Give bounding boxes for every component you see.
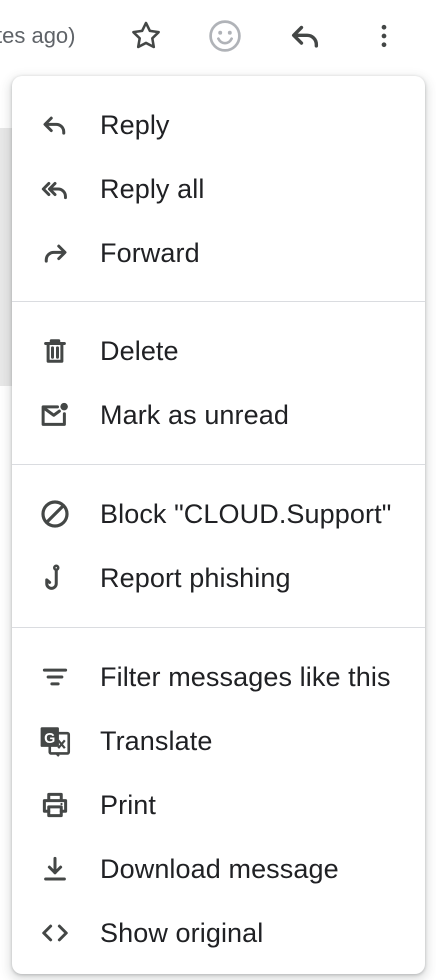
phishing-hook-icon [38,564,72,592]
reply-icon [288,19,322,53]
more-vert-icon [369,21,399,51]
menu-group-tools: Filter messages like this G Translate Pr… [12,628,425,965]
add-reaction-button[interactable] [203,14,247,58]
menu-group-respond: Reply Reply all Forward [12,76,425,301]
background-content [0,128,12,386]
reply-all-icon [38,175,72,203]
menu-item-label: Delete [100,336,179,366]
forward-icon [38,239,72,267]
menu-item-label: Reply [100,110,170,140]
menu-item-label: Reply all [100,174,205,204]
menu-item-block-sender[interactable]: Block "CLOUD.Support" [12,482,425,546]
menu-item-label: Print [100,790,157,820]
block-icon [38,500,72,528]
received-time-text: tes ago) [0,23,76,48]
menu-item-print[interactable]: Print [12,773,425,837]
reply-icon [38,111,72,139]
menu-item-download-message[interactable]: Download message [12,837,425,901]
menu-item-label: Forward [100,238,200,268]
menu-group-safety: Block "CLOUD.Support" Report phishing [12,465,425,627]
more-options-button[interactable] [362,14,406,58]
email-view: tes ago) Reply Reply all Forward Delete … [0,0,436,980]
translate-icon: G [38,727,72,757]
message-header-toolbar: tes ago) [0,0,436,72]
menu-item-label: Mark as unread [100,400,289,430]
menu-item-mark-unread[interactable]: Mark as unread [12,383,425,447]
mark-unread-icon [38,401,72,429]
message-more-menu: Reply Reply all Forward Delete Mark as u… [12,76,425,974]
menu-item-forward[interactable]: Forward [12,221,425,285]
filter-icon [38,663,72,691]
menu-item-label: Translate [100,726,213,756]
menu-item-label: Report phishing [100,563,291,593]
print-icon [38,791,72,819]
menu-item-reply[interactable]: Reply [12,93,425,157]
menu-item-label: Download message [100,854,339,884]
reply-button[interactable] [283,14,327,58]
menu-item-delete[interactable]: Delete [12,319,425,383]
menu-item-translate[interactable]: G Translate [12,709,425,773]
menu-item-filter-like-this[interactable]: Filter messages like this [12,645,425,709]
menu-item-show-original[interactable]: Show original [12,901,425,965]
menu-item-label: Show original [100,918,264,948]
menu-item-reply-all[interactable]: Reply all [12,157,425,221]
download-icon [38,855,72,883]
menu-item-label: Filter messages like this [100,662,391,692]
emoji-reaction-icon [207,18,243,54]
trash-icon [38,337,72,365]
menu-group-manage: Delete Mark as unread [12,302,425,464]
menu-item-label: Block "CLOUD.Support" [100,499,392,529]
star-button[interactable] [124,14,168,58]
svg-text:G: G [44,731,55,747]
star-icon [129,19,163,53]
code-icon [38,919,72,947]
menu-item-report-phishing[interactable]: Report phishing [12,546,425,610]
